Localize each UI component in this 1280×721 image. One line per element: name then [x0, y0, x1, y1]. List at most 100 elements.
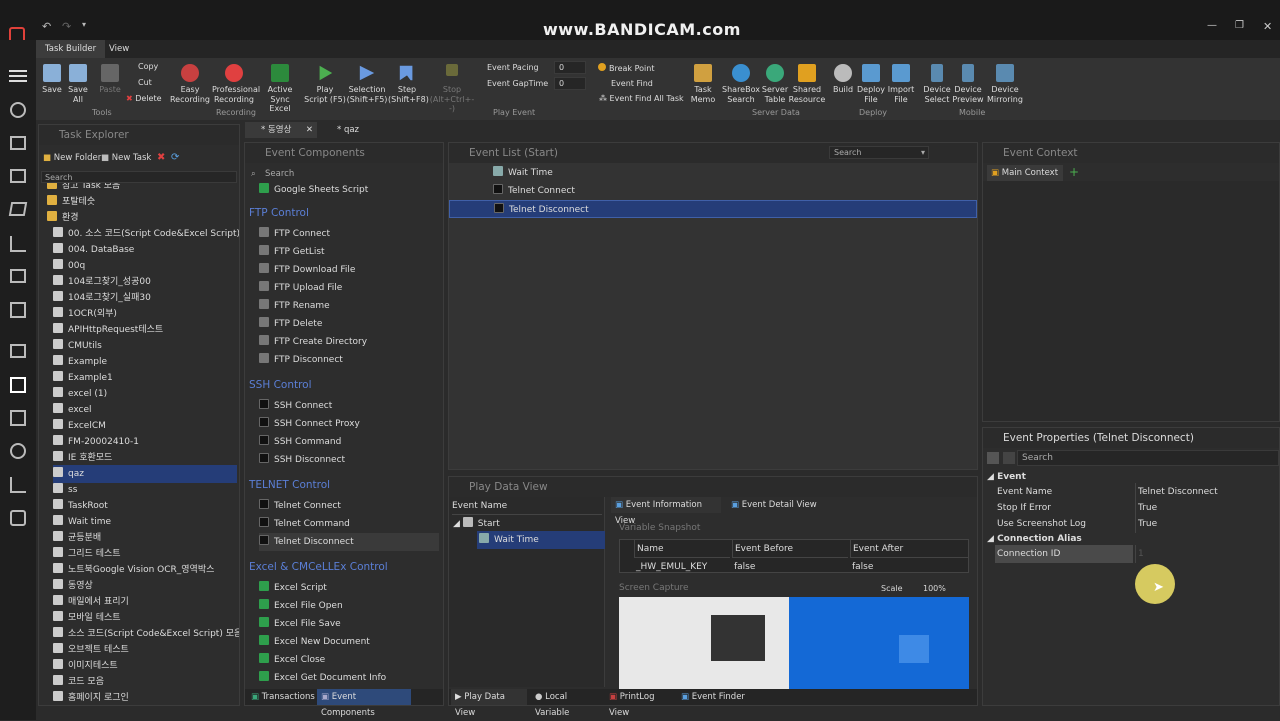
tab-task-builder[interactable]: Task Builder — [36, 40, 106, 58]
close-tab-icon[interactable]: ✕ — [306, 122, 313, 138]
component-section-header[interactable]: Excel & CMCeLLEx Control — [249, 561, 388, 573]
tree-node-wait-time[interactable]: Wait Time — [477, 531, 605, 549]
device-mirroring-button[interactable]: Device Mirroring — [986, 64, 1024, 104]
new-task-button[interactable]: ■ New Task — [101, 153, 151, 163]
component-item[interactable]: SSH Command — [259, 433, 439, 451]
tab-transactions[interactable]: ▣ Transactions — [247, 689, 315, 705]
report-icon[interactable] — [10, 302, 26, 318]
dashboard-icon[interactable] — [10, 102, 26, 118]
component-item[interactable]: FTP Rename — [259, 297, 439, 315]
tab-event-detail[interactable]: ▣ Event Detail View — [727, 497, 817, 513]
component-item[interactable]: Excel File Save — [259, 615, 439, 633]
undo-icon[interactable]: ↶ — [42, 20, 51, 33]
component-item[interactable]: SSH Disconnect — [259, 451, 439, 469]
component-item[interactable]: FTP GetList — [259, 243, 439, 261]
component-item[interactable]: Telnet Command — [259, 515, 439, 533]
event-pacing-input[interactable]: 0 — [554, 61, 586, 74]
component-item[interactable]: SSH Connect Proxy — [259, 415, 439, 433]
paste-button[interactable]: Paste — [98, 64, 122, 95]
stats-icon[interactable] — [10, 477, 26, 493]
calendar-icon[interactable] — [10, 169, 26, 183]
var-row-key[interactable]: _HW_EMUL_KEY — [634, 557, 730, 575]
prop-connection-id-value[interactable]: 1 — [1135, 545, 1279, 563]
server-icon[interactable] — [10, 136, 26, 150]
tab-main-context[interactable]: ▣ Main Context — [987, 165, 1063, 181]
task-search-input[interactable]: Search — [41, 171, 237, 183]
doc-tab-qaz[interactable]: * qaz — [321, 122, 381, 138]
event-gaptime-input[interactable]: 0 — [554, 77, 586, 90]
network-icon[interactable] — [10, 443, 26, 459]
play-script-button[interactable]: Play Script (F5) — [304, 64, 346, 104]
new-folder-button[interactable]: ■ New Folder — [43, 153, 101, 163]
component-item[interactable]: Telnet Disconnect — [259, 533, 439, 551]
add-context-icon[interactable]: + — [1069, 165, 1079, 179]
component-item[interactable]: FTP Connect — [259, 225, 439, 243]
redo-icon[interactable]: ↷ — [62, 20, 71, 33]
deploy-file-button[interactable]: Deploy File — [856, 64, 886, 104]
sharebox-search-button[interactable]: ShareBox Search — [722, 64, 760, 104]
event-row-telnet-disconnect[interactable]: Telnet Disconnect — [449, 200, 977, 218]
delete-task-icon[interactable]: ✖ — [157, 152, 165, 163]
event-find-button[interactable]: Event Find — [611, 79, 653, 89]
task-builder-icon[interactable] — [10, 377, 26, 393]
device-select-button[interactable]: Device Select — [922, 64, 952, 104]
step-button[interactable]: Step (Shift+F8) — [388, 64, 429, 104]
component-item[interactable]: Excel File Open — [259, 597, 439, 615]
close-icon[interactable]: ✕ — [1263, 20, 1272, 33]
settings-icon[interactable] — [10, 510, 26, 526]
layers-icon[interactable] — [8, 202, 28, 216]
component-item[interactable]: Telnet Connect — [259, 497, 439, 515]
component-item[interactable]: Excel Script — [259, 579, 439, 597]
component-item[interactable]: FTP Disconnect — [259, 351, 439, 369]
tab-event-information[interactable]: ▣ Event Information View — [611, 497, 721, 526]
component-item[interactable]: FTP Download File — [259, 261, 439, 279]
maximize-icon[interactable]: ❐ — [1235, 20, 1244, 31]
component-section-header[interactable]: SSH Control — [249, 379, 312, 391]
tab-play-data-view[interactable]: ▶ Play Data View — [451, 689, 527, 718]
component-item[interactable]: Excel Get Document Info — [259, 669, 439, 687]
shared-resource-button[interactable]: Shared Resource — [788, 64, 826, 104]
tab-printlog-view[interactable]: ▣ PrintLog View — [605, 689, 675, 718]
selection-button[interactable]: Selection (Shift+F5) — [346, 64, 388, 104]
import-file-button[interactable]: Import File — [886, 64, 916, 104]
easy-recording-button[interactable]: Easy Recording — [168, 64, 212, 104]
event-row-telnet-connect[interactable]: Telnet Connect — [449, 182, 977, 200]
alphabetical-icon[interactable] — [1003, 452, 1015, 464]
gallery-icon[interactable] — [10, 269, 26, 283]
break-point-button[interactable]: Break Point — [598, 63, 654, 74]
task-item[interactable]: 홈페이지 로그인 — [53, 689, 237, 705]
doc-tab-video[interactable]: * 동영상 ✕ — [245, 122, 317, 138]
event-find-all-button[interactable]: ⁂ Event Find All Task — [599, 94, 684, 104]
copy-button[interactable]: Copy — [126, 62, 166, 72]
component-item[interactable]: FTP Create Directory — [259, 333, 439, 351]
component-item[interactable]: Excel New Document — [259, 633, 439, 651]
tab-view[interactable]: View — [100, 40, 138, 58]
component-item[interactable]: FTP Delete — [259, 315, 439, 333]
tab-event-components[interactable]: ▣ Event Components — [317, 689, 411, 718]
prop-use-screenshot-value[interactable]: True — [1135, 515, 1279, 533]
menu-icon[interactable] — [9, 70, 27, 72]
event-row-wait-time[interactable]: Wait Time — [449, 164, 977, 182]
component-google-sheets[interactable]: Google Sheets Script — [259, 181, 368, 199]
flow-icon[interactable] — [10, 344, 26, 358]
save-all-button[interactable]: Save All — [66, 64, 90, 104]
chart-icon[interactable] — [10, 236, 26, 252]
tab-event-finder[interactable]: ▣ Event Finder — [677, 689, 747, 705]
build-button[interactable]: Build — [832, 64, 854, 95]
device-preview-button[interactable]: Device Preview — [952, 64, 984, 104]
server-table-button[interactable]: Server Table — [760, 64, 790, 104]
minimize-icon[interactable]: — — [1207, 20, 1217, 31]
delete-button[interactable]: ✖ Delete — [126, 94, 166, 104]
professional-recording-button[interactable]: Professional Recording — [212, 64, 260, 104]
event-list-search-input[interactable]: Search ▾ — [829, 146, 929, 159]
task-memo-button[interactable]: Task Memo — [688, 64, 718, 104]
component-search-input[interactable]: ⌕ Search — [249, 167, 439, 181]
schedule-icon[interactable] — [10, 410, 26, 426]
component-item[interactable]: FTP Upload File — [259, 279, 439, 297]
cut-button[interactable]: Cut — [126, 78, 166, 88]
refresh-icon[interactable]: ⟳ — [171, 152, 179, 163]
properties-search-input[interactable]: Search — [1017, 450, 1279, 466]
component-section-header[interactable]: FTP Control — [249, 207, 309, 219]
categorized-icon[interactable] — [987, 452, 999, 464]
active-sync-excel-button[interactable]: Active Sync Excel — [260, 64, 300, 114]
